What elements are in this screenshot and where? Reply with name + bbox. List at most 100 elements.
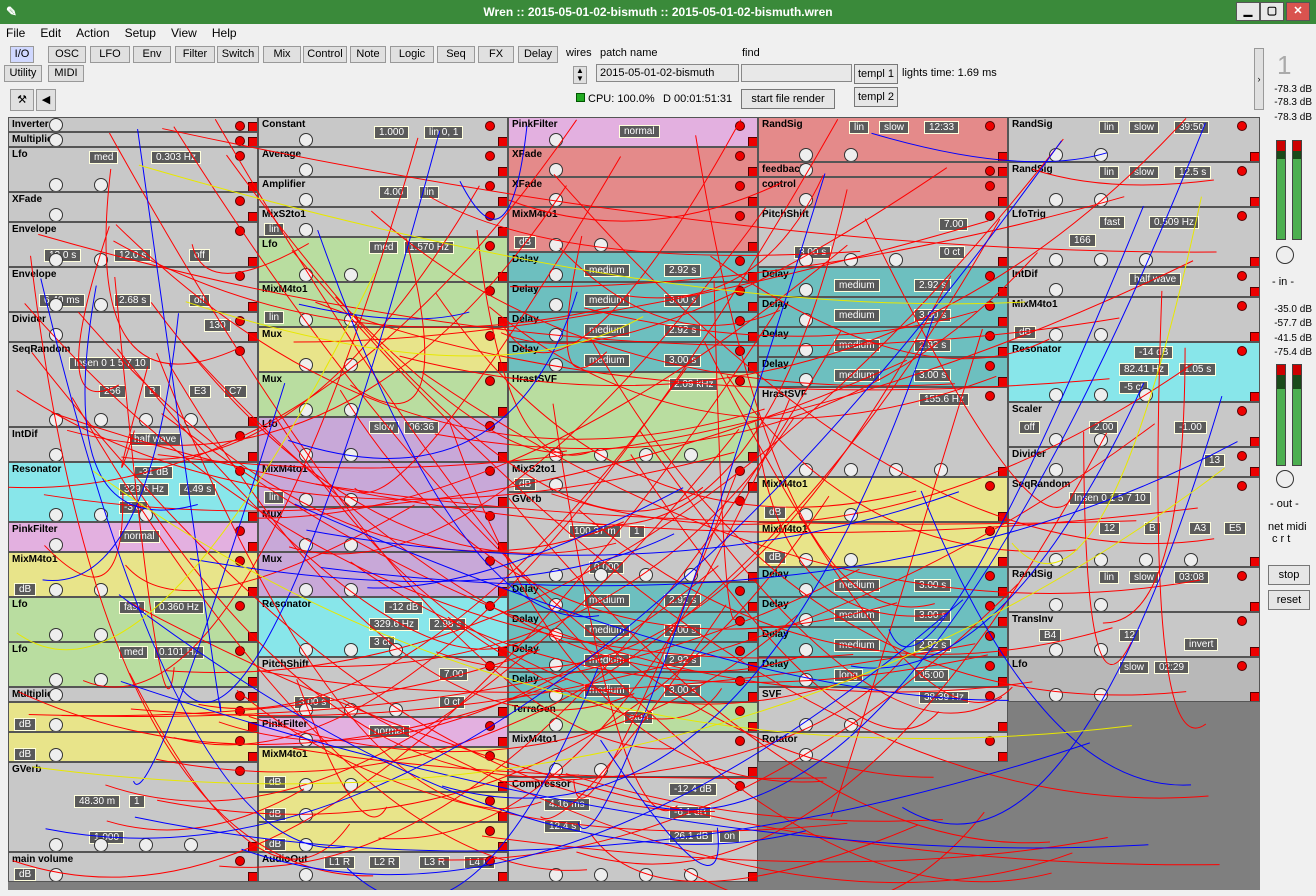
input-connector[interactable]	[1237, 271, 1247, 281]
tab-seq[interactable]: Seq	[437, 46, 475, 63]
output-connector[interactable]	[248, 587, 257, 596]
module-knob[interactable]	[299, 133, 313, 146]
module-value[interactable]: slow	[1129, 166, 1160, 179]
module-randsig[interactable]: RandSig lin slow 03:08	[1008, 567, 1260, 612]
module-control[interactable]: control	[758, 177, 1008, 207]
output-connector[interactable]	[1250, 557, 1259, 566]
module-knob[interactable]	[49, 838, 63, 851]
module-lfotrig[interactable]: LfoTrig fast 0.509 Hz 166	[1008, 207, 1260, 267]
module-knob[interactable]	[299, 838, 313, 851]
module-randsig[interactable]: RandSig lin slow 39:50	[1008, 117, 1260, 162]
module-value[interactable]: 2.92 s	[664, 654, 702, 667]
wand-icon[interactable]: ⚒	[10, 89, 34, 111]
module-knob[interactable]	[549, 868, 563, 881]
out-level-knob[interactable]	[1276, 470, 1294, 488]
module-value[interactable]: lin	[419, 186, 440, 199]
module-value[interactable]: medium	[584, 294, 630, 307]
module-mux[interactable]: Mux	[258, 327, 508, 372]
output-connector[interactable]	[498, 197, 507, 206]
output-connector[interactable]	[748, 572, 757, 581]
output-connector[interactable]	[498, 272, 507, 281]
module-value[interactable]: 2.92 s	[664, 594, 702, 607]
input-connector[interactable]	[235, 121, 245, 131]
module-mixm4to1[interactable]: MixM4to1 dB	[758, 522, 1008, 567]
module-knob[interactable]	[799, 373, 813, 386]
module-hrastsvf[interactable]: HrastSVF 2.09 kHz	[508, 372, 758, 462]
output-connector[interactable]	[498, 497, 507, 506]
output-connector[interactable]	[248, 257, 257, 266]
module-xfade[interactable]: XFade	[8, 192, 258, 222]
module-value[interactable]: 3.00 s	[914, 609, 952, 622]
module-seqrandom[interactable]: SeqRandom Insen 0 1 5 7 10 256 B E3 C7	[8, 342, 258, 427]
start-render-button[interactable]: start file render	[741, 89, 835, 109]
module-knob[interactable]	[639, 868, 653, 881]
module-lfo[interactable]: Lfo med 1.570 Hz	[258, 237, 508, 282]
module-value[interactable]: 0.303 Hz	[151, 151, 202, 164]
module-knob[interactable]	[594, 448, 608, 461]
module-knob[interactable]	[184, 838, 198, 851]
module-knob[interactable]	[549, 328, 563, 341]
module-value[interactable]: off	[189, 294, 210, 307]
input-connector[interactable]	[235, 856, 245, 866]
module-knob[interactable]	[1049, 148, 1063, 161]
input-connector[interactable]	[235, 151, 245, 161]
module-knob[interactable]	[299, 538, 313, 551]
module-value[interactable]: 12.0 s	[114, 249, 152, 262]
module-delay[interactable]: Delay medium 3.00 s	[758, 597, 1008, 627]
module-feedback[interactable]: feedback	[758, 162, 1008, 177]
module-value[interactable]: slow	[369, 421, 400, 434]
output-connector[interactable]	[1250, 287, 1259, 296]
module-value[interactable]: 3.00 s	[664, 624, 702, 637]
output-connector[interactable]	[498, 227, 507, 236]
module-knob[interactable]	[889, 463, 903, 476]
module-constant[interactable]: Constant 1.000 lin 0, 1	[258, 117, 508, 147]
module-unnamed[interactable]: dB	[258, 822, 508, 852]
module-value[interactable]: dB	[764, 551, 787, 564]
input-connector[interactable]	[485, 751, 495, 761]
module-knob[interactable]	[299, 868, 313, 881]
module-divider[interactable]: Divider 13	[1008, 447, 1260, 477]
module-knob[interactable]	[49, 583, 63, 596]
module-delay[interactable]: Delay long 05:00	[758, 657, 1008, 687]
module-multiplier[interactable]: Multiplier	[8, 132, 258, 147]
module-value[interactable]: 03:08	[1174, 571, 1210, 584]
output-connector[interactable]	[998, 722, 1007, 731]
module-lfo[interactable]: Lfo med 0.303 Hz	[8, 147, 258, 192]
module-value[interactable]: 82.41 Hz	[1119, 363, 1170, 376]
output-connector[interactable]	[248, 842, 257, 851]
module-knob[interactable]	[1049, 463, 1063, 476]
module-value[interactable]: slow	[1119, 661, 1150, 674]
module-knob[interactable]	[94, 178, 108, 191]
module-value[interactable]: 2.92 s	[914, 339, 952, 352]
input-connector[interactable]	[985, 571, 995, 581]
module-knob[interactable]	[94, 508, 108, 521]
module-value[interactable]: medium	[834, 639, 880, 652]
module-knob[interactable]	[799, 583, 813, 596]
input-connector[interactable]	[1237, 166, 1247, 176]
module-knob[interactable]	[799, 553, 813, 566]
module-knob[interactable]	[49, 208, 63, 221]
module-delay[interactable]: Delay medium 3.00 s	[758, 297, 1008, 327]
module-knob[interactable]	[1094, 433, 1108, 446]
module-value[interactable]: lin	[1099, 121, 1120, 134]
output-connector[interactable]	[748, 242, 757, 251]
input-connector[interactable]	[1237, 346, 1247, 356]
module-knob[interactable]	[1094, 193, 1108, 206]
module-mixs2to1[interactable]: MixS2to1 dB	[508, 462, 758, 492]
output-connector[interactable]	[748, 362, 757, 371]
input-connector[interactable]	[735, 616, 745, 626]
module-knob[interactable]	[549, 238, 563, 251]
module-resonator[interactable]: Resonator -31 dB 329.6 Hz 4.49 s -3 ct	[8, 462, 258, 522]
module-mux[interactable]: Mux	[258, 372, 508, 417]
module-delay[interactable]: Delay medium 2.92 s	[758, 267, 1008, 297]
wires-stepper[interactable]: ▲ ▼	[573, 66, 587, 84]
output-connector[interactable]	[748, 197, 757, 206]
input-connector[interactable]	[485, 181, 495, 191]
module-knob[interactable]	[299, 223, 313, 236]
input-connector[interactable]	[985, 211, 995, 221]
module-knob[interactable]	[1094, 688, 1108, 701]
input-connector[interactable]	[985, 361, 995, 371]
module-value[interactable]: E3	[189, 385, 212, 398]
module-seqrandom[interactable]: SeqRandom Insen 0 1 5 7 10 12 B A3 E5	[1008, 477, 1260, 567]
input-connector[interactable]	[985, 121, 995, 131]
